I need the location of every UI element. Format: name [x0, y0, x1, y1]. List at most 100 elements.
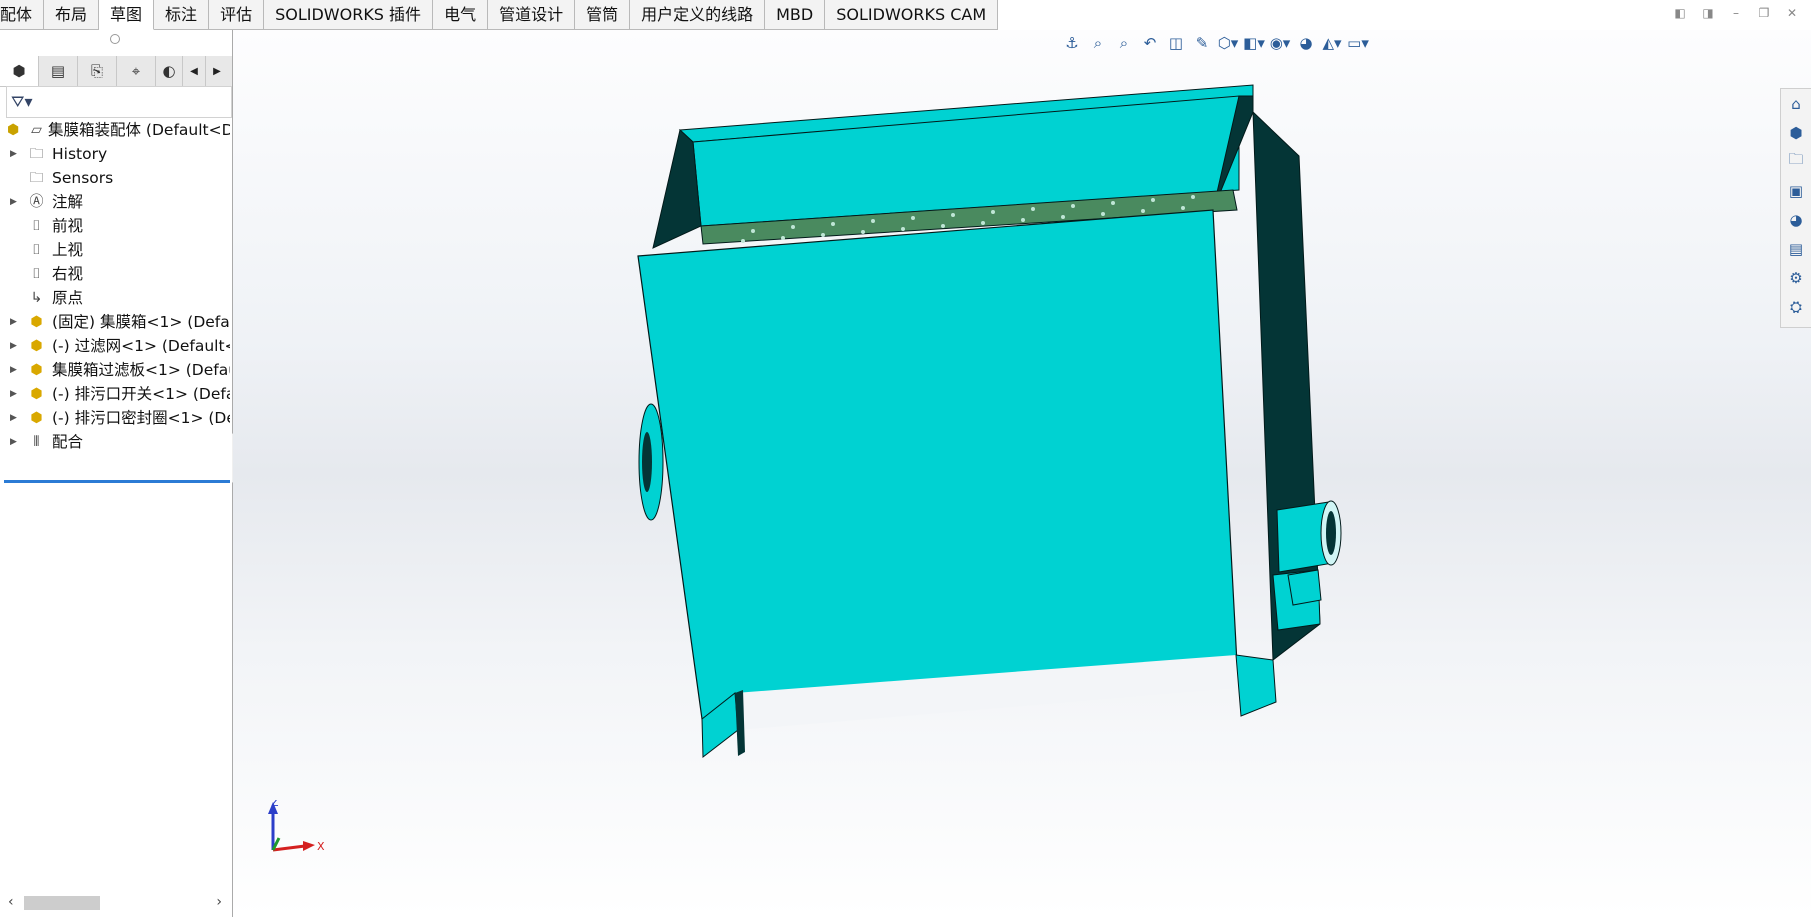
model-front-face — [637, 209, 1238, 720]
forum-icon[interactable]: ⛭ — [1781, 292, 1811, 321]
property-manager-icon[interactable]: ▤ — [39, 56, 78, 86]
tab-8[interactable]: 管筒 — [575, 0, 631, 30]
model-drain-pipe-bore — [1326, 511, 1336, 555]
panel-scroll-left-icon[interactable]: ◀ — [183, 56, 206, 86]
model-front-leg-right — [1235, 654, 1277, 717]
part-icon: ⬢ — [30, 314, 43, 330]
task-pane-tabs: ⌂ ⬢ 🗀 ▣ ◕ ▤ ⚙ ⛭ — [1780, 88, 1811, 328]
tab-9[interactable]: 用户定义的线路 — [630, 0, 766, 30]
tree-item[interactable]: ▶ 🗀 History — [0, 142, 230, 166]
tree-item-label: (-) 排污口密封圈<1> (Defa — [52, 409, 230, 427]
custom-properties-icon[interactable]: ▤ — [1781, 234, 1811, 263]
model-inner-left-wall — [652, 129, 702, 249]
plane-icon: ⌷ — [32, 218, 41, 234]
tree-item-label: 原点 — [52, 289, 84, 307]
triad-z-label: Z — [271, 800, 279, 809]
tree-item-label: (固定) 集膜箱<1> (Default — [52, 313, 230, 331]
expand-arrow-icon[interactable]: ▶ — [10, 430, 20, 454]
view-palette-icon[interactable]: ▣ — [1781, 176, 1811, 205]
file-explorer-icon[interactable]: 🗀 — [1781, 147, 1811, 176]
home-icon[interactable]: ⌂ — [1781, 89, 1811, 118]
dim-xpert-icon[interactable]: ⌖ — [117, 56, 156, 86]
toolbox-icon[interactable]: ⚙ — [1781, 263, 1811, 292]
graphics-viewport[interactable]: ⚓ ⌕ ⌕ ↶ ◫ ✎ ⬡▾ ◧▾ ◉▾ ◕ ◭▾ ▭▾ Z X ⌂ ⬢ 🗀 ▣… — [233, 30, 1811, 917]
tree-item-label: 配合 — [52, 433, 84, 451]
display-manager-icon[interactable]: ◐ — [156, 56, 183, 86]
tile-right-icon[interactable]: ◨ — [1701, 6, 1715, 20]
expand-arrow-icon[interactable]: ▶ — [10, 358, 20, 382]
panel-scroll-right-icon[interactable]: ▶ — [206, 56, 228, 86]
tile-left-icon[interactable]: ◧ — [1673, 6, 1687, 20]
tree-item-label: (-) 过滤网<1> (Default<< — [52, 337, 230, 355]
annotations-icon: Ⓐ — [29, 194, 44, 210]
restore-icon[interactable]: ❐ — [1757, 6, 1771, 20]
tab-3[interactable]: 标注 — [154, 0, 210, 30]
tab-0[interactable]: 配体 — [0, 0, 45, 30]
tab-1[interactable]: 布局 — [44, 0, 100, 30]
origin-icon: ↳ — [30, 290, 43, 306]
part-icon: ⬢ — [30, 386, 43, 402]
design-library-icon[interactable]: ⬢ — [1781, 118, 1811, 147]
close-icon[interactable]: ✕ — [1785, 6, 1799, 20]
filter-icon: ⛛▾ — [11, 92, 33, 111]
tree-item-label: 注解 — [52, 193, 84, 211]
tab-5[interactable]: SOLIDWORKS 插件 — [264, 0, 434, 30]
expand-arrow-icon[interactable]: ▶ — [10, 310, 20, 334]
tab-11[interactable]: SOLIDWORKS CAM — [825, 0, 999, 30]
tree-rollback-bar[interactable] — [4, 480, 230, 483]
panel-horizontal-scrollbar[interactable]: ‹ › — [0, 892, 230, 914]
tree-item[interactable]: ▶ ⫴ 配合 — [0, 430, 230, 454]
tree-root-assembly[interactable]: ⬢ ▱ 集膜箱装配体 (Default<De — [0, 118, 230, 142]
window-controls: ◧ ◨ – ❐ ✕ — [1673, 6, 1799, 20]
panel-tabs: ⬢ ▤ ⎘ ⌖ ◐ ◀ ▶ — [0, 56, 232, 87]
tab-4[interactable]: 评估 — [209, 0, 265, 30]
command-manager-tabs: 配体 布局 草图 标注 评估 SOLIDWORKS 插件 电气 管道设计 管筒 用户定义的线路 MB… — [0, 0, 1811, 30]
tree-item[interactable]: ↳ 原点 — [0, 286, 230, 310]
tree-item[interactable]: ▶ ⬢ (固定) 集膜箱<1> (Default — [0, 310, 230, 334]
part-icon: ⬢ — [30, 338, 43, 354]
tab-strip: 配体 布局 草图 标注 评估 SOLIDWORKS 插件 电气 管道设计 管筒 用户定义的线路 MB… — [0, 0, 999, 30]
expand-arrow-icon[interactable]: ▶ — [10, 406, 20, 430]
scroll-left-icon[interactable]: ‹ — [8, 894, 14, 910]
tree-item[interactable]: ⌷ 前视 — [0, 214, 230, 238]
tree-item[interactable]: ▶ ⬢ (-) 排污口密封圈<1> (Defa — [0, 406, 230, 430]
assembly-doc-icon: ▱ — [31, 122, 42, 138]
assembly-icon: ⬢ — [7, 122, 20, 138]
model-left-flange-bore — [642, 432, 652, 492]
minimize-icon[interactable]: – — [1729, 6, 1743, 20]
configuration-manager-icon[interactable]: ⎘ — [78, 56, 117, 86]
panel-grip-icon[interactable] — [110, 34, 120, 44]
feature-manager-panel: ⬢ ▤ ⎘ ⌖ ◐ ◀ ▶ ⛛▾ ⬢ ▱ 集膜箱装配体 (Default<De … — [0, 30, 233, 917]
tree-filter[interactable]: ⛛▾ — [6, 86, 232, 118]
tab-6[interactable]: 电气 — [433, 0, 489, 30]
model-drain-bracket — [1287, 569, 1322, 606]
expand-arrow-icon[interactable]: ▶ — [10, 190, 20, 214]
tab-7[interactable]: 管道设计 — [488, 0, 576, 30]
tab-10[interactable]: MBD — [765, 0, 826, 30]
expand-arrow-icon[interactable]: ▶ — [10, 334, 20, 358]
feature-manager-icon[interactable]: ⬢ — [0, 56, 39, 86]
tree-item[interactable]: ⌷ 右视 — [0, 262, 230, 286]
coordinate-triad: Z X — [268, 800, 325, 853]
sensors-folder-icon: 🗀 — [29, 170, 44, 186]
mates-icon: ⫴ — [33, 434, 40, 450]
tree-item[interactable]: 🗀 Sensors — [0, 166, 230, 190]
expand-arrow-icon[interactable]: ▶ — [10, 142, 20, 166]
assembly-model-3d[interactable] — [233, 30, 1811, 917]
tree-item[interactable]: ▶ ⬢ 集膜箱过滤板<1> (Default — [0, 358, 230, 382]
history-folder-icon: 🗀 — [29, 146, 44, 162]
tree-item-label: 上视 — [52, 241, 84, 259]
tree-root-label: 集膜箱装配体 (Default<De — [48, 121, 230, 139]
tree-item[interactable]: ▶ ⬢ (-) 排污口开关<1> (Defau — [0, 382, 230, 406]
tab-2[interactable]: 草图 — [99, 0, 155, 30]
scroll-thumb[interactable] — [24, 896, 100, 910]
tree-item-label: (-) 排污口开关<1> (Defau — [52, 385, 230, 403]
appearances-icon[interactable]: ◕ — [1781, 205, 1811, 234]
part-icon: ⬢ — [30, 410, 43, 426]
scroll-right-icon[interactable]: › — [216, 894, 222, 910]
tree-item[interactable]: ▶ Ⓐ 注解 — [0, 190, 230, 214]
expand-arrow-icon[interactable]: ▶ — [10, 382, 20, 406]
tree-item-label: 前视 — [52, 217, 84, 235]
tree-item[interactable]: ⌷ 上视 — [0, 238, 230, 262]
tree-item[interactable]: ▶ ⬢ (-) 过滤网<1> (Default<< — [0, 334, 230, 358]
